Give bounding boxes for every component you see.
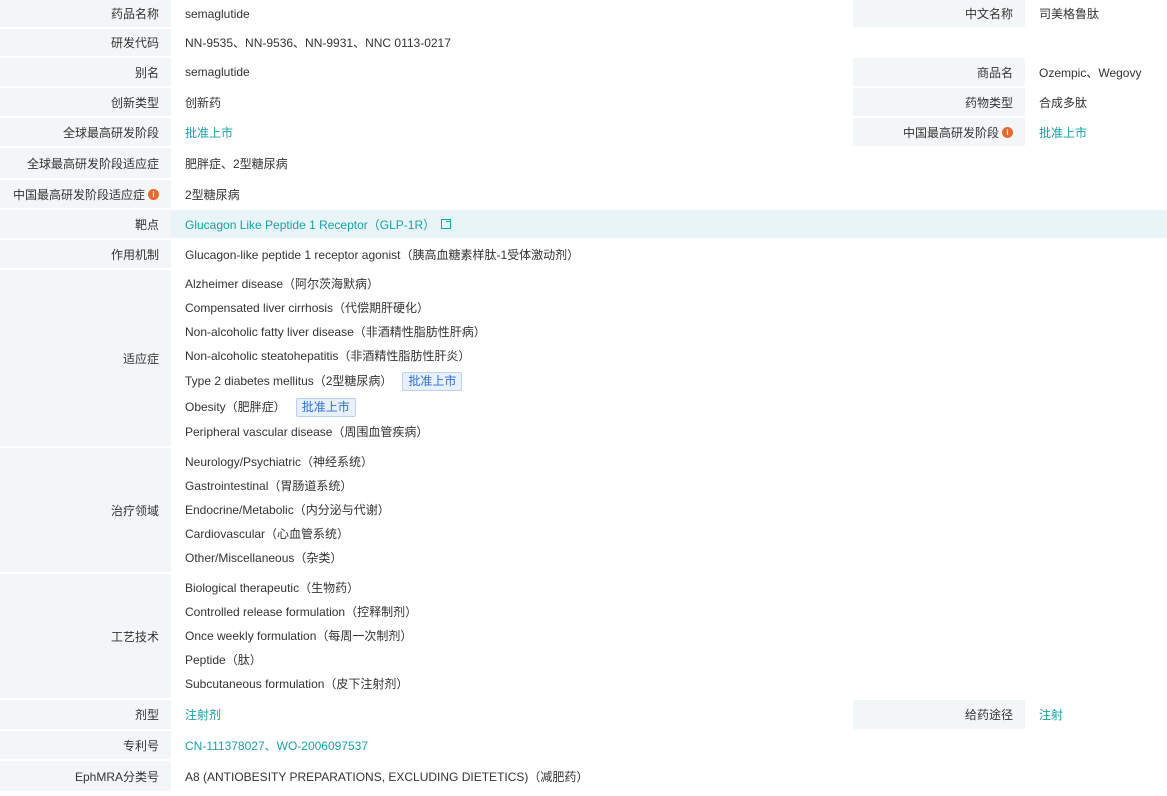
target-link[interactable]: Glucagon Like Peptide 1 Receptor（GLP-1R）: [185, 216, 435, 233]
indication-item: Peripheral vascular disease（周围血管疾病）: [185, 425, 429, 439]
value-therapeutic-area: Neurology/Psychiatric（神经系统） Gastrointest…: [171, 448, 1167, 572]
value-ephmra: A8 (ANTIOBESITY PREPARATIONS, EXCLUDING …: [185, 769, 589, 784]
value-china-phase: 批准上市: [1025, 118, 1167, 146]
indication-item: Compensated liver cirrhosis（代偿期肝硬化）: [185, 301, 430, 315]
drug-detail-table: 药品名称 semaglutide 中文名称 司美格鲁肽 研发代码 NN-9535…: [0, 0, 1167, 796]
label-brand-name: 商品名: [853, 58, 1025, 86]
technology-item: Once weekly formulation（每周一次制剂）: [185, 629, 413, 643]
approved-tag: 批准上市: [402, 371, 463, 391]
global-phase-link[interactable]: 批准上市: [185, 124, 233, 141]
indication-item: Type 2 diabetes mellitus（2型糖尿病） 批准上市: [185, 368, 463, 394]
technology-item: Subcutaneous formulation（皮下注射剂）: [185, 677, 409, 691]
value-chinese-name: 司美格鲁肽: [1039, 7, 1100, 21]
value-drug-name: semaglutide: [185, 6, 250, 21]
value-global-indication: 肥胖症、2型糖尿病: [185, 156, 288, 171]
therapeutic-area-item: Endocrine/Metabolic（内分泌与代谢）: [185, 503, 390, 517]
value-global-phase: 批准上市: [171, 118, 853, 146]
label-patent: 专利号: [0, 731, 171, 759]
label-global-phase: 全球最高研发阶段: [0, 118, 171, 146]
route-link[interactable]: 注射: [1039, 706, 1063, 723]
label-ephmra: EphMRA分类号: [0, 761, 171, 791]
value-china-indication: 2型糖尿病: [185, 187, 240, 202]
label-china-indication: 中国最高研发阶段适应症 i: [0, 180, 171, 208]
label-technology: 工艺技术: [0, 574, 171, 698]
china-phase-link[interactable]: 批准上市: [1039, 124, 1087, 141]
label-drug-name: 药品名称: [0, 0, 171, 27]
label-global-indication: 全球最高研发阶段适应症: [0, 148, 171, 178]
label-drug-type: 药物类型: [853, 88, 1025, 116]
label-china-phase: 中国最高研发阶段 i: [853, 118, 1025, 146]
label-route: 给药途径: [853, 700, 1025, 729]
value-patent: CN-111378027、WO-2006097537: [171, 731, 1167, 759]
value-innovation-type: 创新药: [185, 95, 222, 110]
indication-item: Non-alcoholic fatty liver disease（非酒精性脂肪…: [185, 325, 486, 339]
value-drug-type: 合成多肽: [1039, 95, 1088, 110]
label-therapeutic-area: 治疗领域: [0, 448, 171, 572]
technology-item: Controlled release formulation（控释制剂）: [185, 605, 418, 619]
external-link-icon[interactable]: [441, 219, 452, 229]
indication-item: Alzheimer disease（阿尔茨海默病）: [185, 277, 380, 291]
label-dosage-form: 剂型: [0, 700, 171, 729]
info-icon[interactable]: i: [148, 188, 159, 200]
technology-item: Peptide（肽）: [185, 653, 262, 667]
label-alias: 别名: [0, 58, 171, 86]
label-mechanism: 作用机制: [0, 240, 171, 268]
indication-item: Obesity（肥胖症） 批准上市: [185, 394, 356, 420]
therapeutic-area-item: Cardiovascular（心血管系统）: [185, 527, 350, 541]
value-indications: Alzheimer disease（阿尔茨海默病） Compensated li…: [171, 270, 1167, 446]
technology-item: Biological therapeutic（生物药）: [185, 581, 360, 595]
value-dev-code: NN-9535、NN-9536、NN-9931、NNC 0113-0217: [185, 36, 451, 50]
value-target: Glucagon Like Peptide 1 Receptor（GLP-1R）: [171, 210, 1167, 238]
indication-item: Non-alcoholic steatohepatitis（非酒精性脂肪性肝炎）: [185, 349, 471, 363]
label-chinese-name: 中文名称: [853, 0, 1025, 27]
value-mechanism: Glucagon-like peptide 1 receptor agonist…: [185, 247, 580, 262]
label-dev-code: 研发代码: [0, 29, 171, 56]
value-alias: semaglutide: [185, 65, 250, 79]
value-route: 注射: [1025, 700, 1167, 729]
patent-link[interactable]: CN-111378027、WO-2006097537: [185, 737, 368, 754]
china-phase-label-text: 中国最高研发阶段: [902, 125, 999, 140]
therapeutic-area-item: Gastrointestinal（胃肠道系统）: [185, 479, 353, 493]
value-brand-name: Ozempic、Wegovy: [1039, 65, 1142, 80]
value-technology: Biological therapeutic（生物药） Controlled r…: [171, 574, 1167, 698]
value-dosage-form: 注射剂: [171, 700, 853, 729]
dosage-form-link[interactable]: 注射剂: [185, 706, 221, 723]
approved-tag: 批准上市: [295, 397, 356, 417]
china-indication-label-text: 中国最高研发阶段适应症: [12, 187, 145, 202]
therapeutic-area-item: Neurology/Psychiatric（神经系统）: [185, 455, 374, 469]
therapeutic-area-item: Other/Miscellaneous（杂类）: [185, 551, 343, 565]
label-target: 靶点: [0, 210, 171, 238]
label-indications: 适应症: [0, 270, 171, 446]
info-icon[interactable]: i: [1002, 126, 1013, 138]
label-innovation-type: 创新类型: [0, 88, 171, 116]
